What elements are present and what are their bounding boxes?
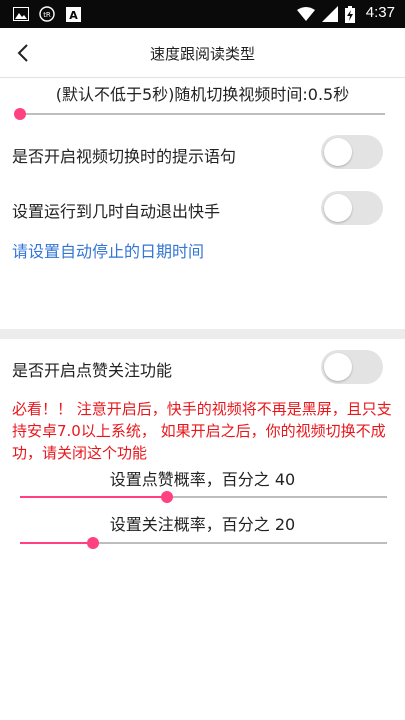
- svg-text:tR: tR: [43, 11, 51, 19]
- like-rate-slider-fill: [20, 496, 167, 498]
- follow-rate-label: 设置关注概率，百分之 20: [109, 515, 296, 534]
- a-notification-icon: A: [64, 6, 82, 22]
- like-follow-toggle[interactable]: [321, 350, 383, 384]
- video-switch-slider-thumb[interactable]: [14, 108, 26, 120]
- page-title: 速度跟阅读类型: [149, 45, 255, 63]
- toggle-knob: [324, 194, 352, 222]
- stop-date-link[interactable]: 请设置自动停止的日期时间: [12, 238, 204, 262]
- app-bar: 速度跟阅读类型: [0, 28, 405, 78]
- like-rate-label: 设置点赞概率，百分之 40: [109, 470, 296, 489]
- r-badge-icon: tR: [38, 6, 56, 22]
- like-rate-slider-thumb[interactable]: [160, 491, 173, 503]
- image-notification-icon: [12, 6, 30, 22]
- video-switch-slider-label: (默认不低于5秒)随机切换视频时间:0.5秒: [55, 85, 350, 104]
- warning-text: 必看！！ 注意开启后，快手的视频将不再是黑屏，且只支持安卓7.0以上系统， 如果…: [12, 400, 392, 462]
- video-switch-slider-track[interactable]: [20, 113, 385, 115]
- toggle-knob: [324, 353, 352, 381]
- section-divider: [0, 329, 405, 339]
- follow-rate-slider-fill: [20, 542, 94, 544]
- auto-exit-toggle[interactable]: [321, 191, 383, 225]
- follow-rate-slider-thumb[interactable]: [87, 537, 100, 549]
- toggle-knob: [324, 138, 352, 166]
- switch-hint-label: 是否开启视频切换时的提示语句: [12, 147, 237, 166]
- status-time: 4:37: [365, 4, 395, 21]
- auto-exit-label: 设置运行到几时自动退出快手: [12, 202, 221, 221]
- switch-hint-toggle[interactable]: [321, 135, 383, 169]
- battery-charging-icon: [344, 5, 356, 23]
- like-follow-label: 是否开启点赞关注功能: [12, 361, 173, 380]
- svg-text:A: A: [69, 9, 78, 22]
- signal-icon: [321, 6, 339, 22]
- status-bar: tR A 4:37: [0, 0, 405, 28]
- wifi-icon: [296, 6, 316, 22]
